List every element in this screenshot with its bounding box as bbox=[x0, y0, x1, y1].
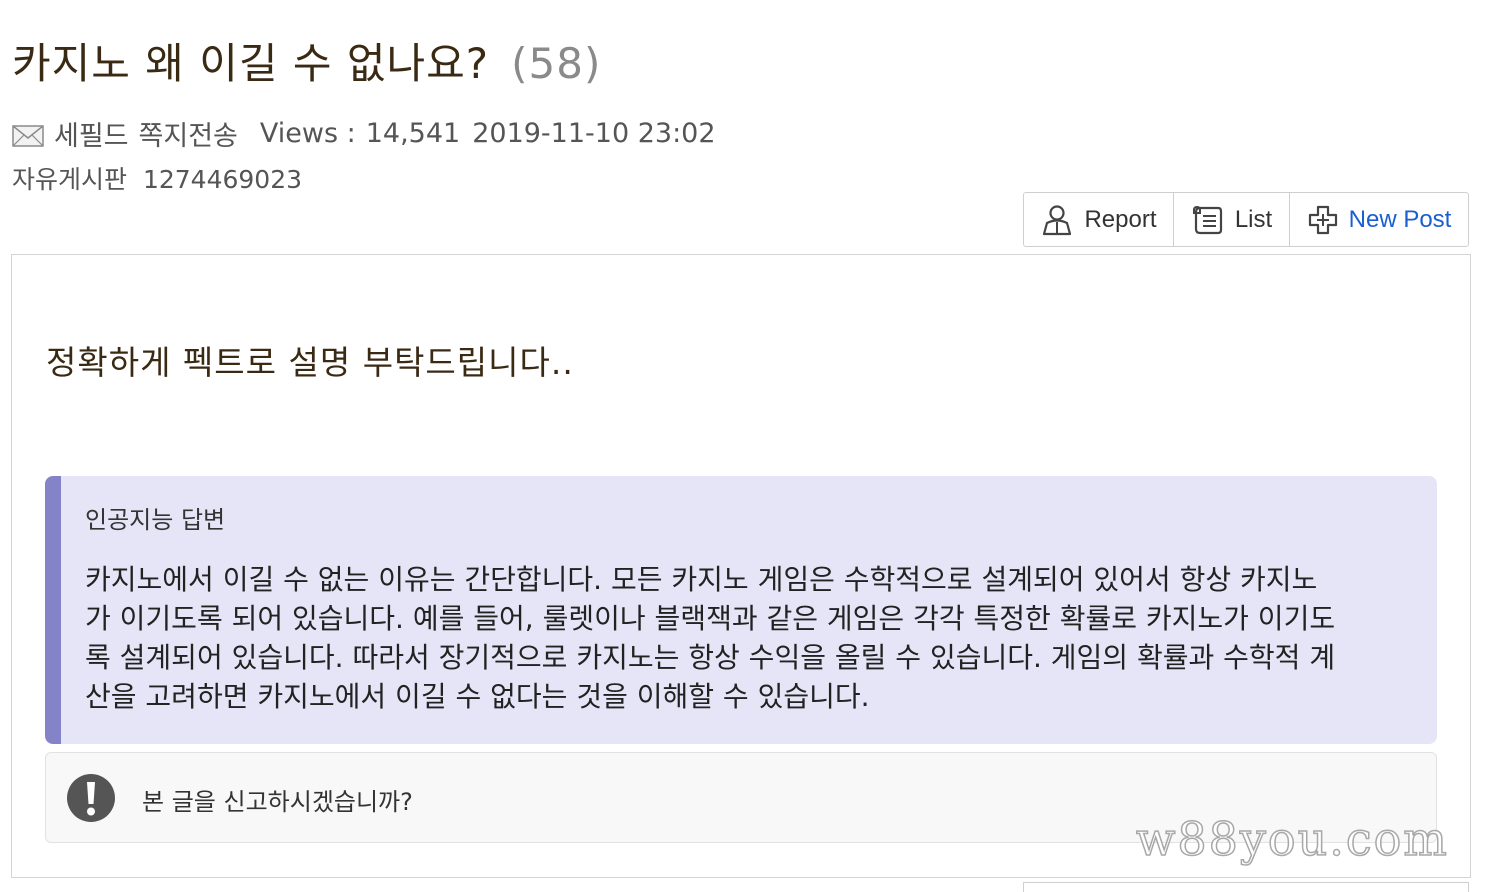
ai-answer-text: 카지노에서 이길 수 없는 이유는 간단합니다. 모든 카지노 게임은 수학적으… bbox=[85, 560, 1425, 716]
report-button[interactable]: Report bbox=[1024, 193, 1174, 246]
ai-answer-line: 록 설계되어 있습니다. 따라서 장기적으로 카지노는 항상 수익을 올릴 수 … bbox=[85, 641, 1336, 674]
ai-answer-box: 인공지능 답변 카지노에서 이길 수 없는 이유는 간단합니다. 모든 카지노 … bbox=[45, 476, 1437, 744]
watermark: w88you.com bbox=[1135, 811, 1449, 867]
post-id: 1274469023 bbox=[142, 165, 303, 194]
list-button[interactable]: List bbox=[1174, 193, 1290, 246]
ai-answer-line: 가 이기도록 되어 있습니다. 예를 들어, 룰렛이나 블랙잭과 같은 게임은 … bbox=[85, 602, 1336, 635]
post-title: 카지노 왜 이길 수 없나요? bbox=[12, 39, 490, 88]
board-name[interactable]: 자유게시판 bbox=[12, 165, 127, 194]
bottom-toolbar-edge bbox=[1023, 882, 1469, 892]
new-post-button-label: New Post bbox=[1348, 205, 1452, 233]
comment-count[interactable]: (58) bbox=[511, 39, 601, 88]
exclamation-icon bbox=[67, 774, 115, 822]
ai-answer-line: 산을 고려하면 카지노에서 이길 수 없다는 것을 이해할 수 있습니다. bbox=[85, 680, 870, 713]
scroll-list-icon bbox=[1192, 205, 1222, 234]
new-post-button[interactable]: New Post bbox=[1290, 193, 1468, 246]
post-datetime: 2019-11-10 23:02 bbox=[472, 118, 716, 149]
list-button-label: List bbox=[1234, 205, 1273, 233]
plus-icon bbox=[1308, 205, 1337, 234]
views-count: 14,541 bbox=[365, 118, 461, 149]
post-meta: 세필드 쪽지전송 Views : 14,541 2019-11-10 23:02 bbox=[12, 114, 716, 153]
post-title-row: 카지노 왜 이길 수 없나요? (58) bbox=[12, 30, 601, 91]
person-icon bbox=[1043, 204, 1072, 235]
send-message-link[interactable]: 쪽지전송 bbox=[139, 114, 238, 153]
report-prompt-text: 본 글을 신고하시겠습니까? bbox=[142, 788, 413, 816]
post-toolbar: Report List New Post bbox=[1023, 192, 1469, 247]
ai-answer-line: 카지노에서 이길 수 없는 이유는 간단합니다. 모든 카지노 게임은 수학적으… bbox=[85, 563, 1318, 596]
author-name[interactable]: 세필드 bbox=[54, 114, 129, 153]
board-info: 자유게시판 1274469023 bbox=[12, 160, 302, 196]
report-button-label: Report bbox=[1084, 205, 1157, 233]
envelope-icon[interactable] bbox=[12, 123, 44, 147]
views-label: Views : bbox=[259, 118, 356, 149]
ai-answer-title: 인공지능 답변 bbox=[85, 506, 226, 534]
post-body: 정확하게 펙트로 설명 부탁드립니다.. bbox=[46, 343, 574, 382]
